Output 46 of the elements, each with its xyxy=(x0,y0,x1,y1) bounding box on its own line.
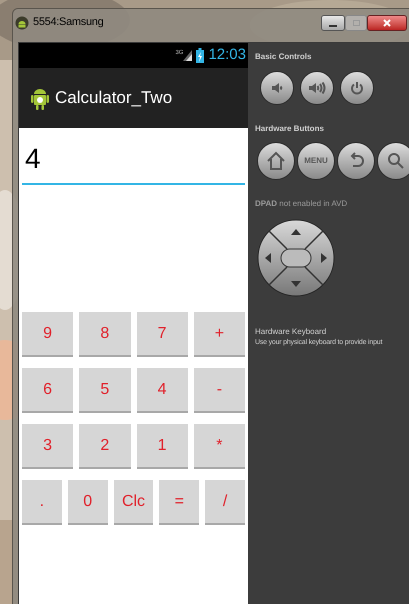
key-button[interactable]: 1 xyxy=(136,424,188,469)
power-button[interactable] xyxy=(340,71,374,105)
display-field[interactable]: 4 xyxy=(22,128,245,185)
robot-icon xyxy=(15,16,29,30)
signal-icon xyxy=(183,50,192,61)
volume-up-button[interactable] xyxy=(300,71,334,105)
key-button[interactable]: * xyxy=(194,424,245,469)
key-button[interactable]: = xyxy=(159,480,200,525)
clock: 12:03 xyxy=(208,45,246,66)
window-title: 5554:Samsung xyxy=(33,15,104,30)
app-title: Calculator_Two xyxy=(55,87,172,110)
battery-icon xyxy=(196,48,204,63)
back-button[interactable] xyxy=(337,142,375,180)
key-button[interactable]: Clc xyxy=(114,480,154,525)
search-icon xyxy=(387,152,405,170)
robot-icon xyxy=(31,86,49,110)
home-button[interactable] xyxy=(257,142,295,180)
key-button[interactable]: . xyxy=(22,480,62,525)
key-button[interactable]: 0 xyxy=(68,480,108,525)
search-button[interactable] xyxy=(377,142,409,180)
key-button[interactable]: 8 xyxy=(79,312,130,357)
key-button[interactable]: 3 xyxy=(22,424,74,469)
section-heading: Hardware Buttons xyxy=(255,123,325,135)
key-button[interactable]: - xyxy=(194,368,245,413)
minimize-button[interactable] xyxy=(321,14,345,30)
house-icon xyxy=(266,151,286,171)
key-button[interactable]: + xyxy=(194,312,245,357)
power-icon xyxy=(350,81,364,95)
key-button[interactable]: / xyxy=(205,480,245,525)
key-button[interactable]: 5 xyxy=(79,368,130,413)
volume-icon xyxy=(308,81,326,95)
close-button[interactable] xyxy=(367,14,407,30)
close-icon xyxy=(383,18,391,26)
speaker-icon xyxy=(270,81,284,95)
dpad-drawing[interactable] xyxy=(257,219,335,297)
key-button[interactable]: 4 xyxy=(136,368,188,413)
key-button[interactable]: 6 xyxy=(22,368,74,413)
display-value: 4 xyxy=(25,142,41,176)
key-button[interactable]: 2 xyxy=(79,424,130,469)
menu-button[interactable]: MENU xyxy=(297,142,335,180)
volume-down-button[interactable] xyxy=(260,71,294,105)
key-button[interactable]: 7 xyxy=(136,312,188,357)
section-heading: Basic Controls xyxy=(255,51,312,63)
section-heading: Hardware Keyboard xyxy=(255,326,328,338)
key-button[interactable]: 9 xyxy=(22,312,74,357)
dpad-note: DPAD not enabled in AVD xyxy=(255,198,348,210)
